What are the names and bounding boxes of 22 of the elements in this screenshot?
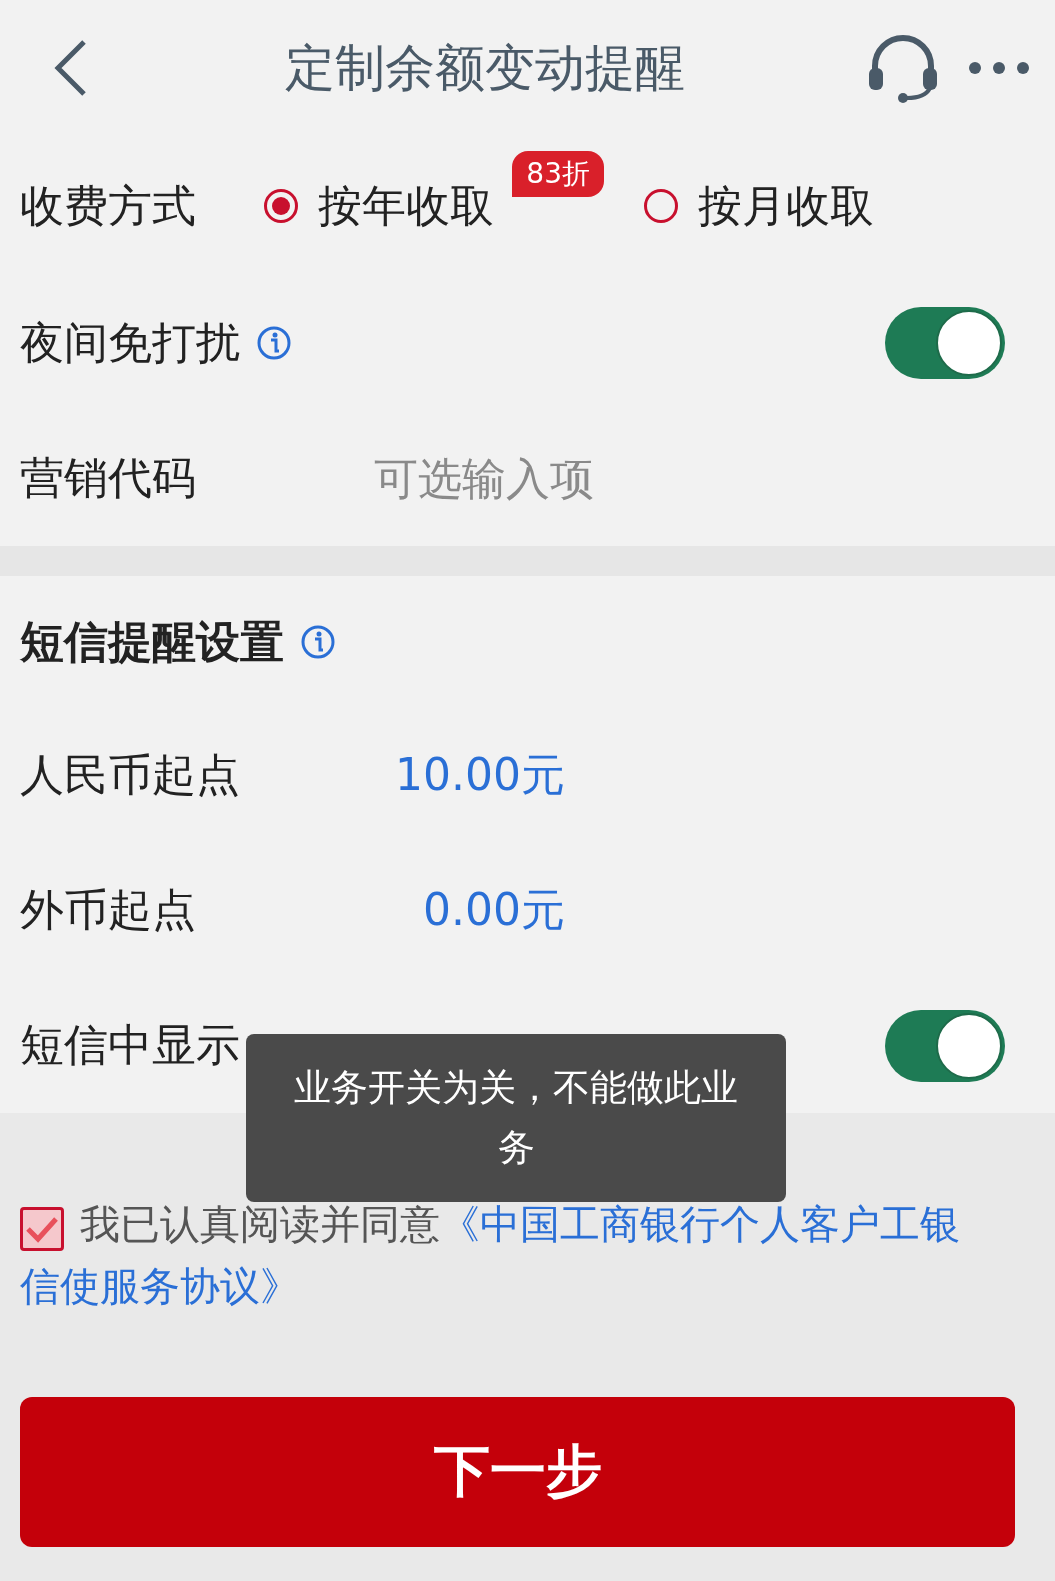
error-toast: 业务开关为关，不能做此业务 [246,1034,786,1202]
discount-badge: 83折 [512,150,604,197]
radio-option[interactable]: 按月收取 [644,176,874,236]
agreement-link[interactable]: 信使服务协议》 [20,1255,300,1317]
field-label: 收费方式 [20,178,197,233]
field-value: 10.00元 [394,748,565,802]
field-label: 外币起点 [20,883,197,937]
input-field[interactable]: 可选输入项 [372,451,776,505]
more-icon[interactable] [967,60,1031,76]
info-icon[interactable] [300,624,336,660]
field-value: 0.00元 [422,883,565,937]
field-label: 营销代码 [20,450,197,505]
page-title: 定制余额变动提醒 [283,37,686,99]
next-button[interactable]: 下一步 [20,1397,1015,1547]
info-icon[interactable] [256,325,292,361]
checkbox[interactable] [20,1207,64,1251]
agreement-link[interactable]: 《中国工商银行个人客户工银 [440,1201,960,1247]
field-label: 短信中显示 [20,1018,240,1072]
field-label: 人民币起点 [20,748,241,802]
field-label: 夜间免打扰 [20,315,240,370]
agreement-text: 我已认真阅读并同意 [80,1201,440,1247]
section-title: 短信提醒设置 [20,614,284,669]
